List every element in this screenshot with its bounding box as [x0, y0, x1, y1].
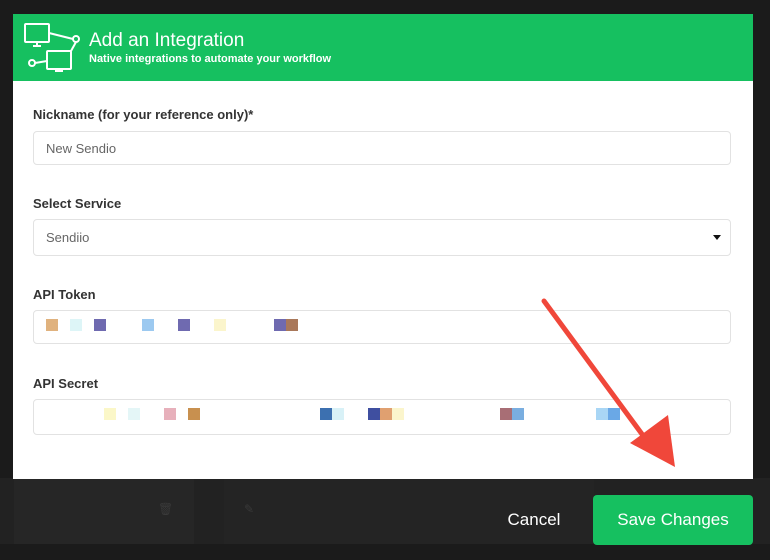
redacted-character — [214, 319, 226, 331]
redacted-character — [392, 408, 404, 420]
redacted-character — [274, 319, 286, 331]
redacted-character — [320, 408, 332, 420]
api-token-label: API Token — [33, 287, 96, 302]
redacted-character — [608, 408, 620, 420]
redacted-character — [380, 408, 392, 420]
service-select[interactable]: Sendiio — [33, 219, 731, 256]
redacted-character — [368, 408, 380, 420]
modal-header: Add an Integration Native integrations t… — [13, 14, 753, 81]
nickname-field — [33, 131, 731, 165]
redacted-character — [128, 408, 140, 420]
redacted-character — [178, 319, 190, 331]
redacted-character — [512, 408, 524, 420]
redacted-character — [596, 408, 608, 420]
redacted-character — [142, 319, 154, 331]
add-integration-modal: Add an Integration Native integrations t… — [13, 14, 753, 479]
pencil-icon: ✎ — [244, 502, 255, 516]
trash-icon: 🗑 — [158, 502, 174, 516]
nickname-input[interactable] — [34, 132, 730, 164]
api-secret-field[interactable] — [33, 399, 731, 435]
redacted-character — [46, 319, 58, 331]
redacted-character — [500, 408, 512, 420]
redacted-character — [286, 319, 298, 331]
service-label: Select Service — [33, 196, 122, 211]
redacted-character — [332, 408, 344, 420]
caret-down-icon — [713, 235, 721, 240]
modal-subtitle: Native integrations to automate your wor… — [89, 53, 332, 65]
api-secret-label: API Secret — [33, 376, 99, 391]
nickname-label: Nickname (for your reference only)* — [33, 107, 254, 122]
save-changes-button[interactable]: Save Changes — [593, 495, 753, 545]
api-token-field[interactable] — [33, 310, 731, 344]
redacted-character — [164, 408, 176, 420]
redacted-character — [94, 319, 106, 331]
service-selected-value: Sendiio — [46, 230, 90, 245]
network-computers-icon — [24, 23, 80, 72]
cancel-button[interactable]: Cancel — [494, 501, 574, 539]
redacted-character — [188, 408, 200, 420]
redacted-character — [70, 319, 82, 331]
redacted-character — [104, 408, 116, 420]
modal-title: Add an Integration — [89, 30, 245, 51]
